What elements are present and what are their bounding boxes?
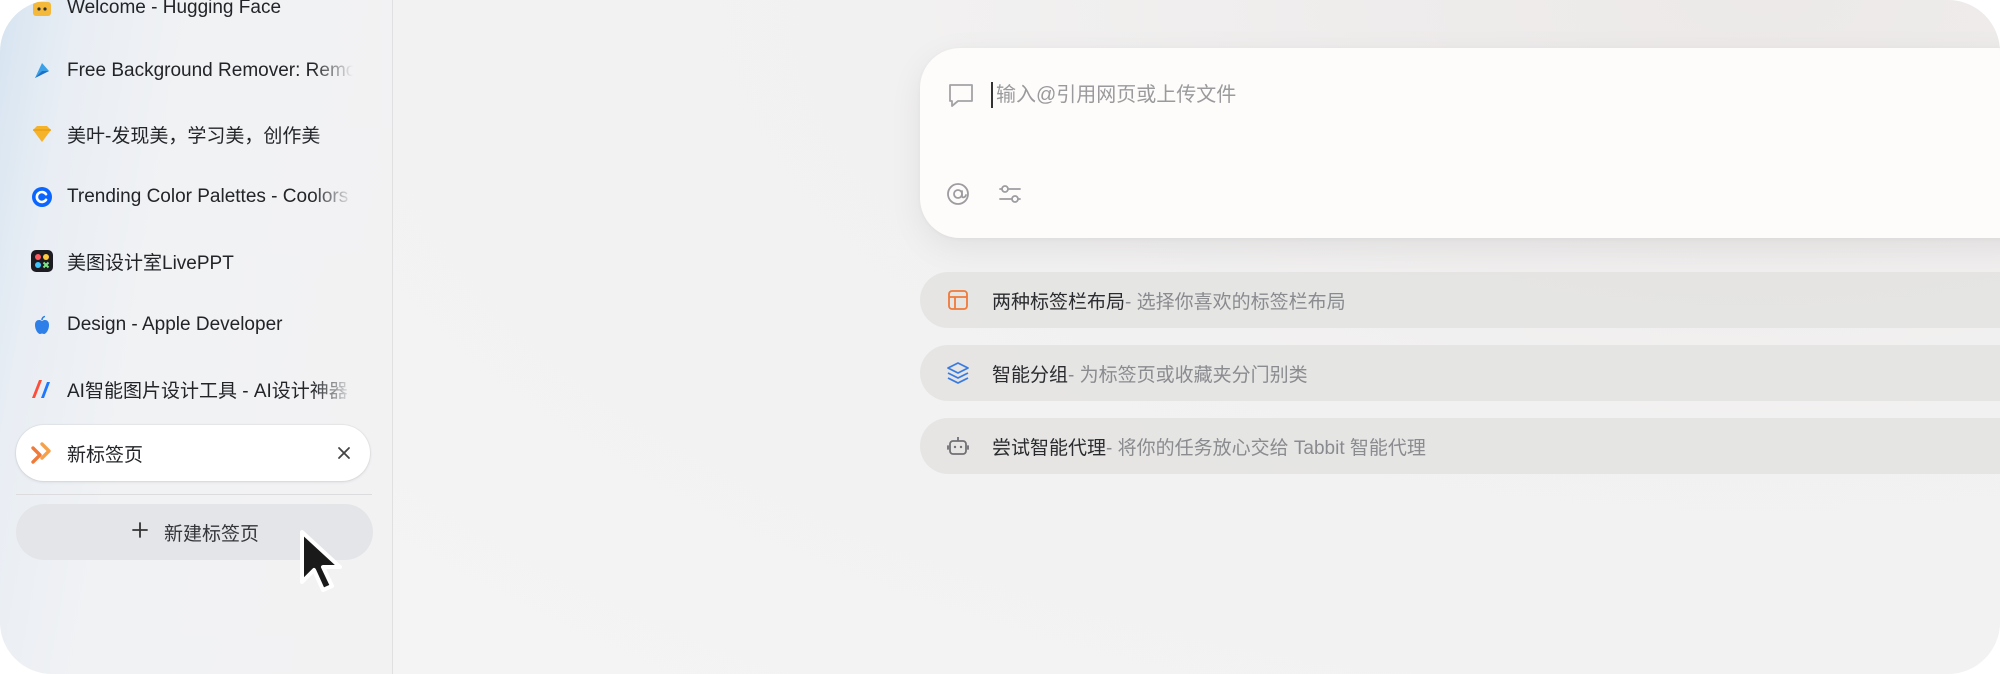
- meitu-icon: [29, 248, 55, 274]
- layers-icon: [944, 359, 972, 387]
- tab-label: Welcome - Hugging Face: [67, 0, 282, 18]
- sidebar-divider: [16, 494, 372, 495]
- apple-icon: [29, 312, 55, 338]
- suggestion-smart-agent[interactable]: 尝试智能代理 - 将你的任务放心交给 Tabbit 智能代理: [920, 418, 2000, 474]
- suggestion-desc: - 选择你喜欢的标签栏布局: [1125, 291, 1346, 313]
- sidebar-tab-new-tab[interactable]: 新标签页: [16, 425, 370, 481]
- tab-label: Design - Apple Developer: [67, 314, 283, 335]
- suggestion-title: 智能分组: [992, 364, 1069, 386]
- meiye-icon: [29, 121, 55, 147]
- tab-label: Trending Color Palettes - Coolors: [67, 186, 349, 207]
- suggestion-tab-layout[interactable]: 两种标签栏布局 - 选择你喜欢的标签栏布局: [920, 272, 2000, 328]
- sidebar-tab-ai-design[interactable]: AI智能图片设计工具 - AI设计神器: [16, 361, 370, 417]
- mouse-cursor-icon: [298, 528, 350, 598]
- suggestion-title: 尝试智能代理: [992, 437, 1107, 459]
- tab-label: Free Background Remover: Remove: [67, 60, 353, 81]
- suggestion-desc: - 将你的任务放心交给 Tabbit 智能代理: [1106, 437, 1426, 459]
- browser-window: Welcome - Hugging Face Free Background R…: [0, 0, 2000, 674]
- sidebar-tab-apple-developer[interactable]: Design - Apple Developer: [16, 297, 370, 353]
- tab-label: 新标签页: [67, 444, 144, 466]
- chat-input-card: [920, 48, 2000, 238]
- layout-icon: [944, 286, 972, 314]
- chat-bubble-icon: [946, 80, 976, 110]
- robot-icon: [944, 432, 972, 460]
- hugging-face-icon: [29, 0, 55, 21]
- text-caret: [991, 82, 993, 108]
- chat-input[interactable]: [992, 76, 1896, 114]
- main-content: 两种标签栏布局 - 选择你喜欢的标签栏布局 智能分组 - 为标签页或收藏夹分门别…: [393, 0, 2000, 674]
- coolors-icon: [29, 184, 55, 210]
- plus-icon: [130, 520, 150, 545]
- background-remover-icon: [29, 58, 55, 84]
- sidebar-tab-meiye[interactable]: 美叶-发现美，学习美，创作美: [16, 106, 370, 162]
- sliders-icon[interactable]: [996, 180, 1024, 208]
- sidebar-tab-meitu[interactable]: 美图设计室LivePPT: [16, 233, 370, 289]
- mention-at-icon[interactable]: [944, 180, 972, 208]
- tab-label: 美叶-发现美，学习美，创作美: [67, 125, 321, 147]
- suggestion-title: 两种标签栏布局: [992, 291, 1126, 313]
- sidebar-tab-coolors[interactable]: Trending Color Palettes - Coolors: [16, 169, 370, 225]
- ai-design-icon: [29, 376, 55, 402]
- sidebar: Welcome - Hugging Face Free Background R…: [0, 0, 393, 674]
- suggestion-desc: - 为标签页或收藏夹分门别类: [1068, 364, 1308, 386]
- sidebar-tab-background-remover[interactable]: Free Background Remover: Remove: [16, 43, 370, 99]
- close-tab-icon[interactable]: [334, 443, 354, 463]
- sidebar-tab-hugging-face[interactable]: Welcome - Hugging Face: [16, 0, 370, 36]
- suggestion-smart-group[interactable]: 智能分组 - 为标签页或收藏夹分门别类: [920, 345, 2000, 401]
- tabbit-icon: [29, 440, 55, 466]
- tab-label: AI智能图片设计工具 - AI设计神器: [67, 380, 348, 402]
- new-tab-label: 新建标签页: [163, 523, 259, 545]
- tab-label: 美图设计室LivePPT: [67, 252, 234, 274]
